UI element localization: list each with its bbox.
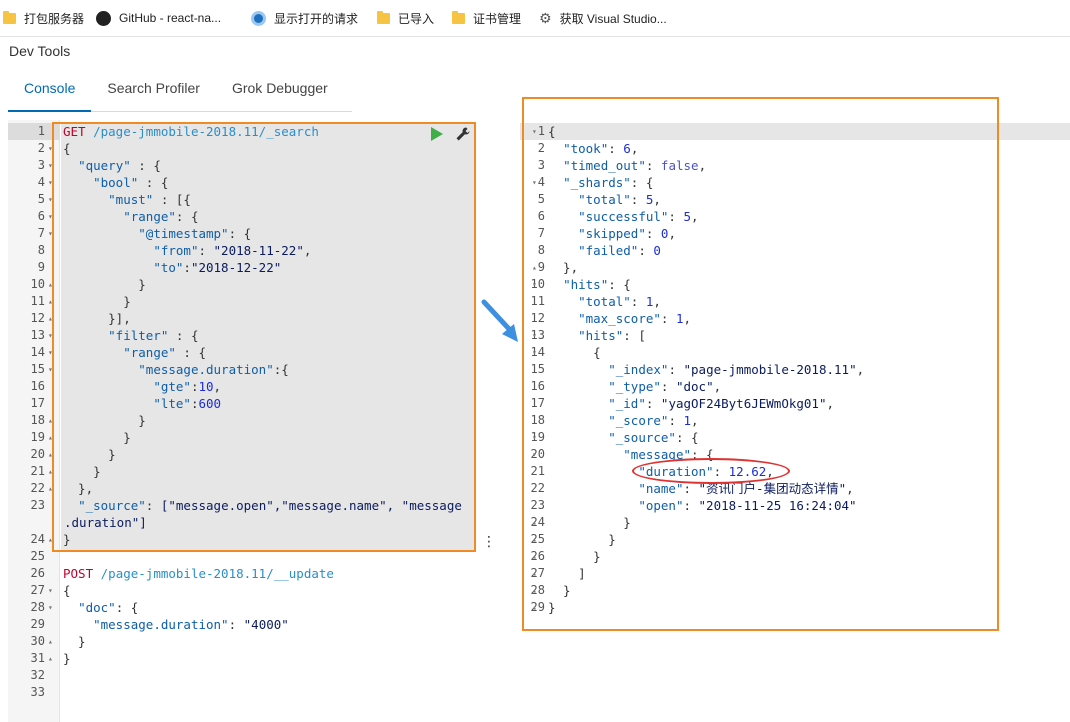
duration-annotation-circle [632,458,790,484]
bookmark-item[interactable]: 显示打开的请求 [251,9,358,27]
folder-icon [452,10,465,24]
arrow-annotation [481,299,518,342]
app-title: Dev Tools [9,43,71,59]
bookmark-label: 证书管理 [473,11,522,26]
globe-icon [251,10,266,26]
tab-console[interactable]: Console [8,72,92,112]
bookmark-item[interactable]: 已导入 [377,9,434,27]
bookmark-label: 获取 Visual Studio... [559,11,667,26]
bookmark-item[interactable]: 证书管理 [452,9,521,27]
bookmark-item[interactable]: 打包服务器 [3,9,84,27]
bookmarks-bar: 打包服务器 GitHub - react-na... 显示打开的请求 已导入 证… [0,0,1070,37]
tab-grok-debugger[interactable]: Grok Debugger [216,72,344,112]
bookmark-label: 显示打开的请求 [274,11,359,26]
folder-icon [377,10,390,24]
resize-handle[interactable]: ⋮ [482,533,496,549]
gear-icon: ⚙ [539,9,552,26]
bookmark-item[interactable]: GitHub - react-na... [96,9,221,27]
bookmark-item[interactable]: ⚙ 获取 Visual Studio... [539,9,667,27]
bookmark-label: 打包服务器 [24,11,85,26]
bookmark-label: 已导入 [398,11,435,26]
response-highlight-box [522,97,999,631]
bookmark-label: GitHub - react-na... [119,11,222,25]
github-icon [96,10,111,26]
tab-search-profiler[interactable]: Search Profiler [91,72,216,112]
folder-icon [3,10,16,24]
tab-bar: Console Search Profiler Grok Debugger [8,72,352,112]
request-highlight-box [52,122,476,552]
